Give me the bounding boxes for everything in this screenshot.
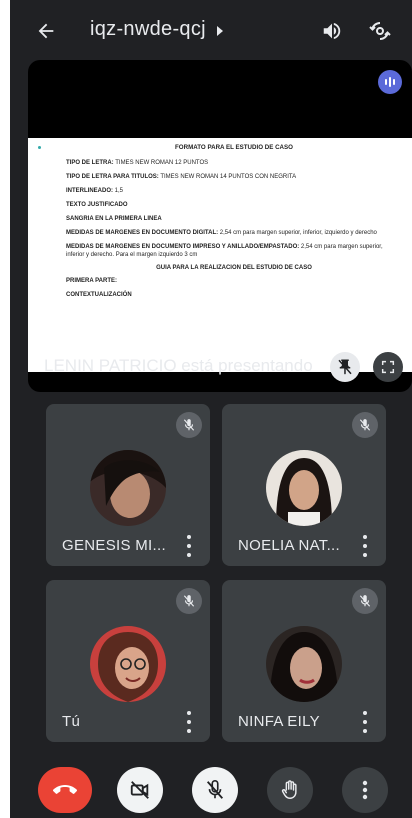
mic-off-icon [176, 412, 202, 438]
call-controls [10, 762, 412, 818]
mic-toggle-button[interactable] [192, 767, 238, 813]
end-call-icon [53, 785, 77, 794]
doc-marker [38, 146, 41, 149]
shared-document: FORMATO PARA EL ESTUDIO DE CASO TIPO DE … [28, 138, 412, 372]
meeting-code[interactable]: iqz-nwde-qcj [90, 18, 206, 41]
more-vert-icon[interactable] [184, 711, 194, 733]
doc-line: PRIMERA PARTE: [66, 278, 117, 284]
camera-toggle-button[interactable] [117, 767, 163, 813]
switch-camera-icon[interactable] [366, 17, 394, 45]
more-vert-icon[interactable] [360, 711, 370, 733]
meet-call-screen: iqz-nwde-qcj FORMATO PARA EL ESTUDIO DE … [10, 0, 412, 818]
top-bar: iqz-nwde-qcj [10, 0, 412, 60]
presenter-label: LENIN PATRICIO está presentando [44, 356, 313, 375]
doc-line: MEDIDAS DE MARGENES EN DOCUMENTO IMPRESO… [66, 244, 383, 258]
participant-name: GENESIS MI... [62, 537, 166, 554]
raise-hand-button[interactable] [267, 767, 313, 813]
end-call-button[interactable] [38, 767, 92, 813]
arrow-left-icon[interactable] [32, 17, 60, 45]
doc-line: TIPO DE LETRA PARA TITULOS: TIMES NEW RO… [66, 174, 297, 180]
doc-line: INTERLINEADO: 1,5 [66, 188, 124, 194]
participant-name: NOELIA NAT... [238, 537, 340, 554]
unpin-icon [338, 359, 352, 375]
doc-heading: FORMATO PARA EL ESTUDIO DE CASO [175, 144, 293, 151]
mic-off-icon [206, 780, 224, 799]
participant-tile[interactable]: GENESIS MI... [46, 404, 210, 566]
camera-off-icon [130, 781, 149, 799]
avatar [266, 450, 342, 526]
fullscreen-button[interactable] [373, 352, 403, 382]
presentation-stage[interactable]: FORMATO PARA EL ESTUDIO DE CASO TIPO DE … [28, 60, 412, 392]
more-vert-icon[interactable] [184, 535, 194, 557]
doc-line: TIPO DE LETRA: TIMES NEW ROMAN 12 PUNTOS [66, 160, 209, 166]
doc-guide-heading: GUIA PARA LA REALIZACION DEL ESTUDIO DE … [156, 265, 312, 271]
fullscreen-icon [381, 360, 395, 374]
more-options-button[interactable] [342, 767, 388, 813]
participant-tile[interactable]: Tú [46, 580, 210, 742]
doc-line: TEXTO JUSTIFICADO [66, 202, 128, 208]
audio-levels-icon [378, 70, 402, 94]
doc-line: MEDIDAS DE MARGENES EN DOCUMENTO DIGITAL… [66, 230, 377, 236]
avatar [266, 626, 342, 702]
participant-tile[interactable]: NINFA EILY [222, 580, 386, 742]
mic-off-icon [352, 412, 378, 438]
caret-right-icon[interactable] [215, 24, 225, 42]
speaker-icon[interactable] [318, 17, 346, 45]
avatar [90, 450, 166, 526]
raise-hand-icon [281, 780, 297, 799]
mic-off-icon [352, 588, 378, 614]
unpin-button[interactable] [330, 352, 360, 382]
avatar [90, 626, 166, 702]
more-vert-icon [362, 780, 368, 800]
participant-name: Tú [62, 713, 81, 730]
doc-line: CONTEXTUALIZACIÓN [66, 292, 132, 298]
more-vert-icon[interactable] [360, 535, 370, 557]
participant-tile[interactable]: NOELIA NAT... [222, 404, 386, 566]
participant-name: NINFA EILY [238, 713, 320, 730]
doc-line: SANGRIA EN LA PRIMERA LINEA [66, 216, 162, 222]
mic-off-icon [176, 588, 202, 614]
